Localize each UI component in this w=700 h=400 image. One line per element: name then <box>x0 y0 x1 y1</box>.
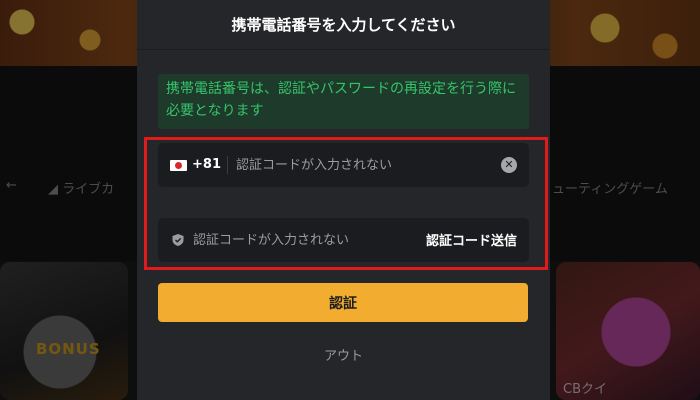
phone-notice: 携帯電話番号は、認証やパスワードの再設定を行う際に必要となります <box>158 74 529 129</box>
send-code-button[interactable]: 認証コード送信 <box>426 230 517 249</box>
phone-input[interactable] <box>235 150 506 180</box>
country-code[interactable]: +81 <box>192 156 228 174</box>
verification-code-input[interactable] <box>193 225 413 255</box>
verification-code-field: 認証コード送信 <box>158 218 529 262</box>
japan-flag-icon[interactable] <box>170 159 187 171</box>
shield-icon <box>172 234 184 246</box>
verify-button[interactable]: 認証 <box>158 283 528 322</box>
phone-field: +81 ✕ <box>158 143 529 187</box>
modal-title: 携帯電話番号を入力してください <box>137 0 550 50</box>
close-circle-icon[interactable]: ✕ <box>501 157 517 173</box>
logout-link[interactable]: アウト <box>137 345 550 364</box>
phone-verification-modal: 携帯電話番号を入力してください 携帯電話番号は、認証やパスワードの再設定を行う際… <box>137 0 550 400</box>
